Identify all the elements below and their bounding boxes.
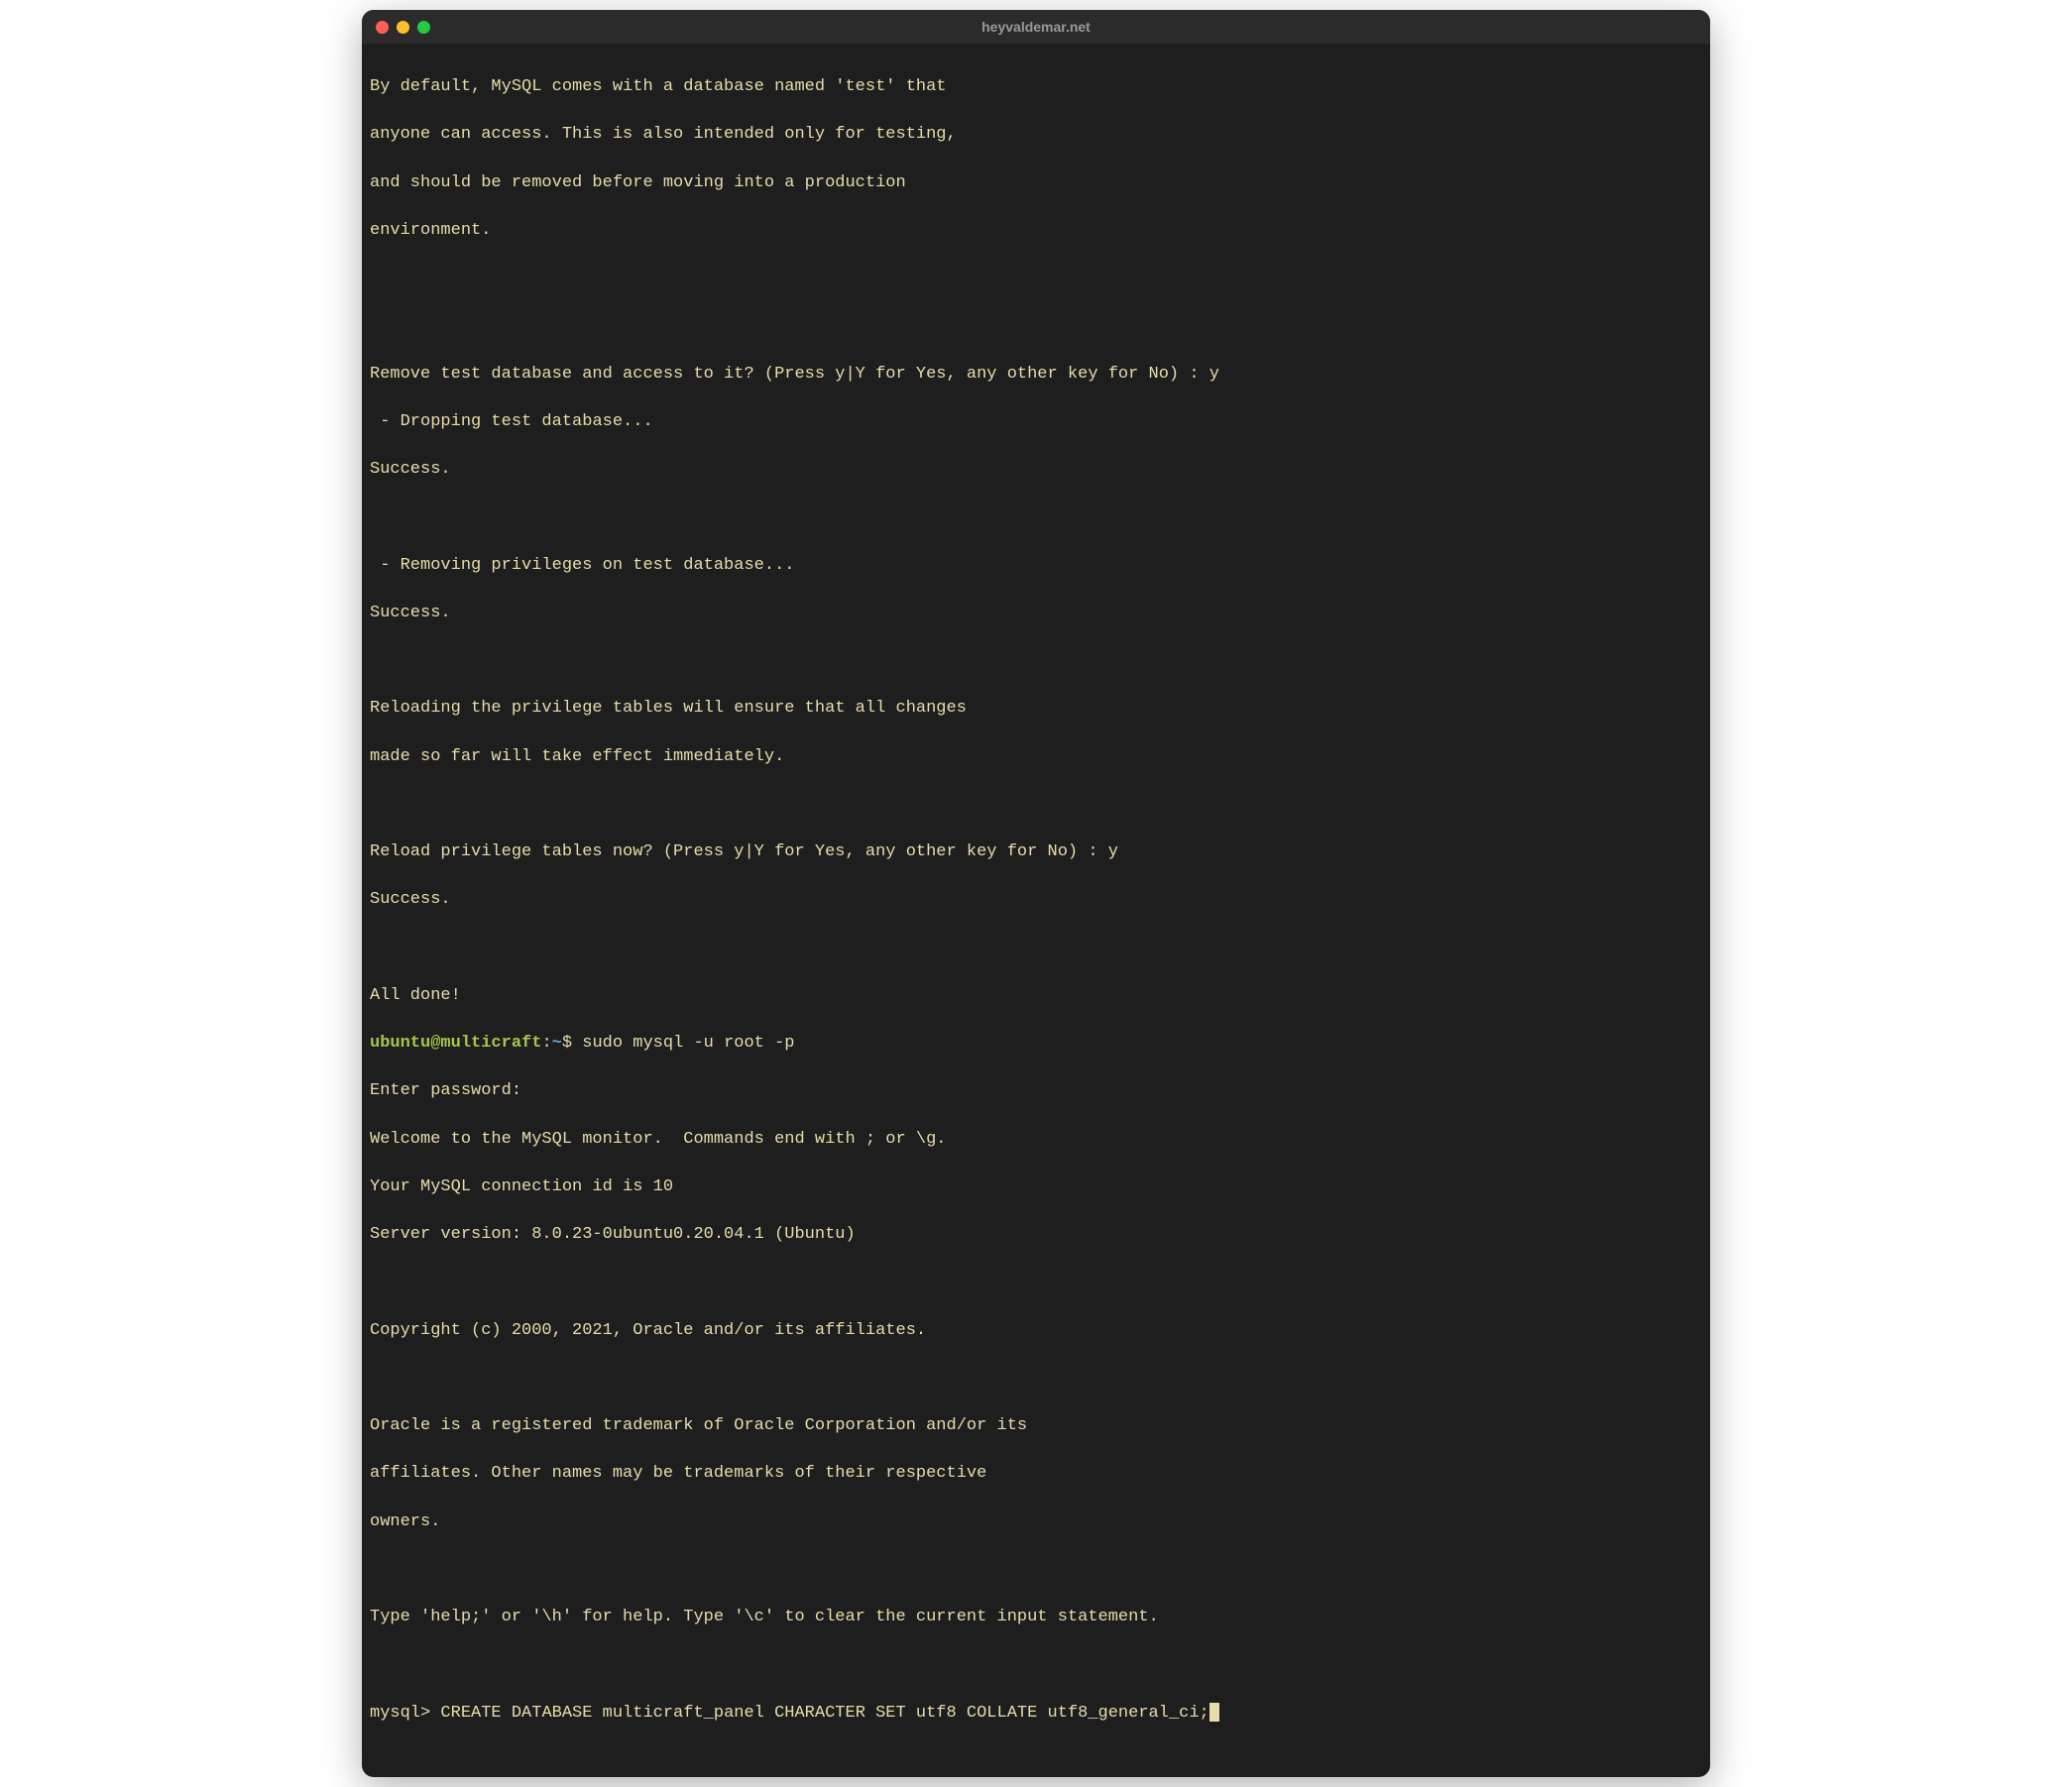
output-line bbox=[370, 649, 1702, 673]
output-line bbox=[370, 793, 1702, 817]
output-line: - Removing privileges on test database..… bbox=[370, 554, 1702, 578]
output-line: Success. bbox=[370, 888, 1702, 912]
cursor-icon bbox=[1209, 1703, 1219, 1722]
mysql-prompt-line: mysql> CREATE DATABASE multicraft_panel … bbox=[370, 1702, 1702, 1726]
output-line bbox=[370, 1271, 1702, 1294]
output-line bbox=[370, 1558, 1702, 1582]
output-line: - Dropping test database... bbox=[370, 410, 1702, 434]
mysql-prompt: mysql> bbox=[370, 1704, 440, 1723]
output-line: Enter password: bbox=[370, 1079, 1702, 1103]
mysql-command-input[interactable]: CREATE DATABASE multicraft_panel CHARACT… bbox=[440, 1704, 1209, 1723]
output-line: Your MySQL connection id is 10 bbox=[370, 1175, 1702, 1199]
output-line: Oracle is a registered trademark of Orac… bbox=[370, 1414, 1702, 1438]
terminal-body[interactable]: By default, MySQL comes with a database … bbox=[362, 44, 1710, 1777]
minimize-icon[interactable] bbox=[397, 21, 409, 34]
window-title: heyvaldemar.net bbox=[981, 19, 1091, 35]
output-line: Copyright (c) 2000, 2021, Oracle and/or … bbox=[370, 1319, 1702, 1343]
output-line bbox=[370, 314, 1702, 338]
output-line: Reload privilege tables now? (Press y|Y … bbox=[370, 840, 1702, 864]
output-line bbox=[370, 937, 1702, 960]
output-line: Type 'help;' or '\h' for help. Type '\c'… bbox=[370, 1606, 1702, 1629]
maximize-icon[interactable] bbox=[417, 21, 430, 34]
output-line: made so far will take effect immediately… bbox=[370, 745, 1702, 769]
traffic-lights bbox=[376, 21, 430, 34]
output-line: Welcome to the MySQL monitor. Commands e… bbox=[370, 1128, 1702, 1152]
output-line: environment. bbox=[370, 219, 1702, 243]
output-line: Server version: 8.0.23-0ubuntu0.20.04.1 … bbox=[370, 1223, 1702, 1247]
output-line bbox=[370, 1653, 1702, 1677]
output-line bbox=[370, 267, 1702, 290]
output-line: By default, MySQL comes with a database … bbox=[370, 75, 1702, 99]
prompt-symbol: $ bbox=[562, 1034, 582, 1053]
command-input: sudo mysql -u root -p bbox=[582, 1034, 794, 1053]
title-bar: heyvaldemar.net bbox=[362, 10, 1710, 44]
output-line: anyone can access. This is also intended… bbox=[370, 123, 1702, 147]
prompt-colon: : bbox=[541, 1034, 551, 1053]
terminal-window: heyvaldemar.net By default, MySQL comes … bbox=[362, 10, 1710, 1777]
output-line: owners. bbox=[370, 1510, 1702, 1534]
output-line: affiliates. Other names may be trademark… bbox=[370, 1462, 1702, 1486]
output-line bbox=[370, 505, 1702, 529]
output-line: Success. bbox=[370, 458, 1702, 482]
prompt-user-host: ubuntu@multicraft bbox=[370, 1034, 541, 1053]
output-line: Remove test database and access to it? (… bbox=[370, 363, 1702, 387]
output-line: Reloading the privilege tables will ensu… bbox=[370, 697, 1702, 721]
output-line: Success. bbox=[370, 602, 1702, 625]
output-line: All done! bbox=[370, 984, 1702, 1008]
output-line bbox=[370, 1367, 1702, 1391]
prompt-path: ~ bbox=[552, 1034, 562, 1053]
prompt-line: ubuntu@multicraft:~$ sudo mysql -u root … bbox=[370, 1032, 1702, 1056]
close-icon[interactable] bbox=[376, 21, 389, 34]
output-line: and should be removed before moving into… bbox=[370, 171, 1702, 195]
